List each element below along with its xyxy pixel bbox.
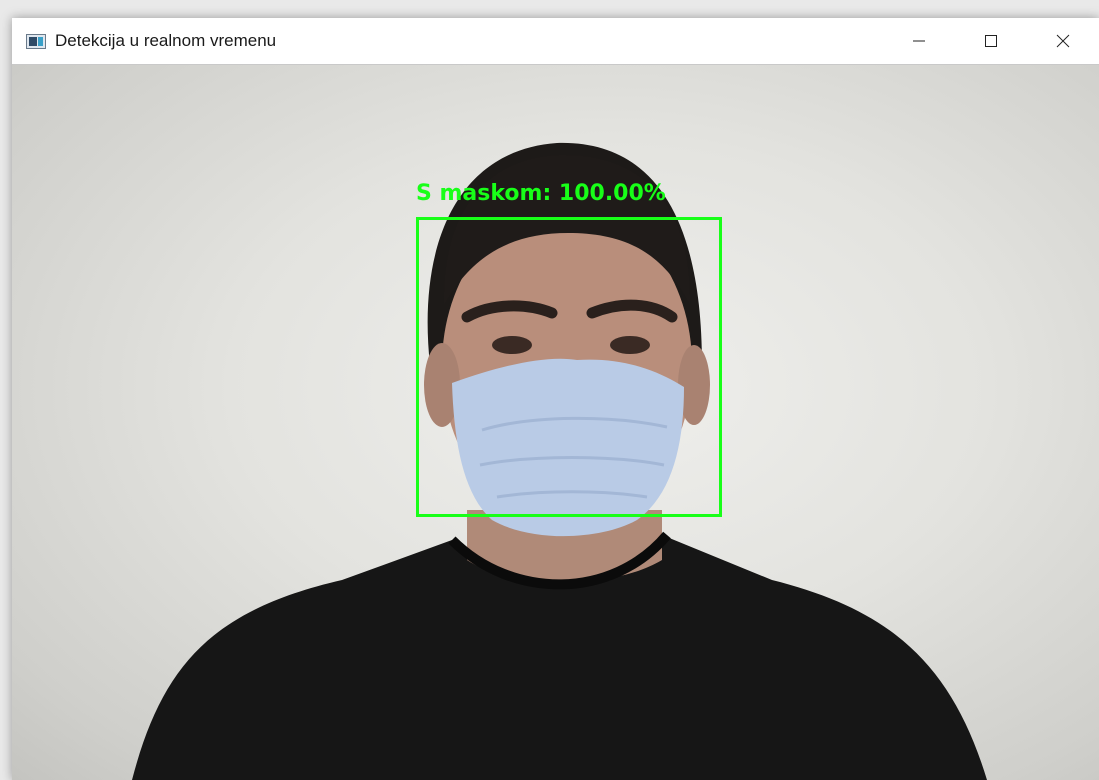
close-button[interactable]: [1027, 18, 1099, 64]
title-bar[interactable]: Detekcija u realnom vremenu: [12, 18, 1099, 65]
maximize-button[interactable]: [955, 18, 1027, 64]
maximize-icon: [985, 35, 997, 47]
detection-label: S maskom: 100.00%: [416, 181, 666, 206]
close-icon: [1056, 34, 1070, 48]
minimize-button[interactable]: [883, 18, 955, 64]
app-window: Detekcija u realnom vremenu S maskom: 10…: [12, 18, 1099, 780]
window-title: Detekcija u realnom vremenu: [55, 31, 277, 50]
minimize-icon: [913, 40, 925, 42]
window-app-icon: [26, 33, 46, 49]
face-detection-box: [416, 217, 722, 517]
camera-feed: S maskom: 100.00%: [12, 65, 1099, 780]
window-controls: [883, 18, 1099, 64]
